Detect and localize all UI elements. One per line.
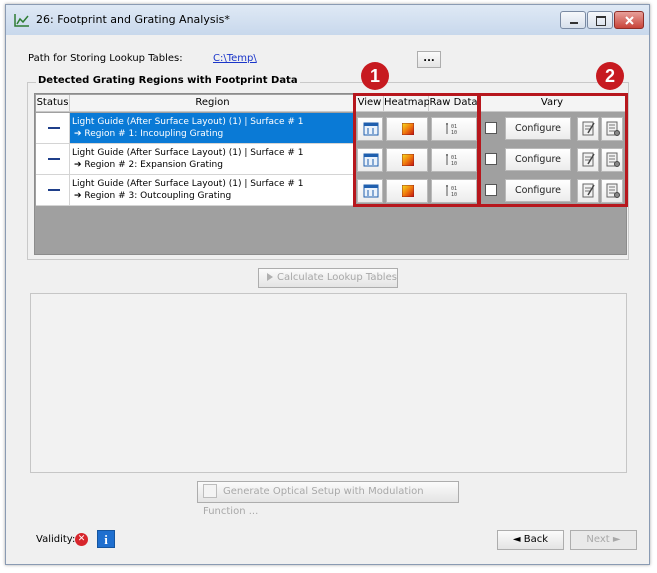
output-area	[30, 293, 627, 473]
info-icon[interactable]: i	[97, 530, 115, 548]
annotation-badge-1: 1	[361, 62, 389, 90]
status-dash-icon	[48, 189, 60, 191]
annotation-box-2	[478, 93, 628, 207]
maximize-button[interactable]	[587, 11, 613, 29]
path-link[interactable]: C:\Temp\	[213, 53, 257, 64]
region-cell[interactable]: Light Guide (After Surface Layout) (1) |…	[70, 175, 356, 206]
validity-label: Validity:	[36, 534, 76, 545]
region-line-2: ➔ Region # 1: Incoupling Grating	[74, 129, 224, 139]
back-button[interactable]: ◄ Back	[497, 530, 564, 550]
header-status: Status	[36, 95, 70, 112]
invalid-x-icon: ✕	[75, 533, 88, 546]
status-cell	[36, 175, 70, 206]
next-button[interactable]: Next ►	[570, 530, 637, 550]
status-dash-icon	[48, 158, 60, 160]
window-title: 26: Footprint and Grating Analysis*	[36, 13, 230, 26]
minimize-button[interactable]	[560, 11, 586, 29]
region-line-1: Light Guide (After Surface Layout) (1) |…	[72, 148, 304, 158]
region-cell[interactable]: Light Guide (After Surface Layout) (1) |…	[70, 113, 356, 144]
annotation-badge-2: 2	[596, 62, 624, 90]
calculate-label: Calculate Lookup Tables	[277, 272, 397, 283]
path-label: Path for Storing Lookup Tables:	[28, 53, 183, 64]
close-icon	[625, 16, 634, 25]
region-line-1: Light Guide (After Surface Layout) (1) |…	[72, 117, 304, 127]
title-bar[interactable]: 26: Footprint and Grating Analysis*	[6, 5, 649, 35]
header-region: Region	[70, 95, 356, 112]
grating-regions-label: Detected Grating Regions with Footprint …	[36, 75, 300, 86]
region-line-1: Light Guide (After Surface Layout) (1) |…	[72, 179, 304, 189]
annotation-box-1	[353, 93, 480, 207]
chart-app-icon	[14, 14, 29, 27]
play-icon	[267, 273, 273, 281]
status-cell	[36, 113, 70, 144]
region-line-2: ➔ Region # 3: Outcoupling Grating	[74, 191, 232, 201]
calculate-lookup-tables-button[interactable]: Calculate Lookup Tables	[258, 268, 398, 288]
generate-optical-setup-button[interactable]: Generate Optical Setup with Modulation F…	[197, 481, 459, 517]
maximize-icon	[596, 16, 606, 26]
status-cell	[36, 144, 70, 175]
setup-icon	[203, 484, 217, 498]
status-dash-icon	[48, 127, 60, 129]
region-line-2: ➔ Region # 2: Expansion Grating	[74, 160, 223, 170]
region-cell[interactable]: Light Guide (After Surface Layout) (1) |…	[70, 144, 356, 175]
close-button[interactable]	[614, 11, 644, 29]
browse-button[interactable]: ...	[417, 51, 441, 68]
minimize-icon	[570, 22, 578, 24]
